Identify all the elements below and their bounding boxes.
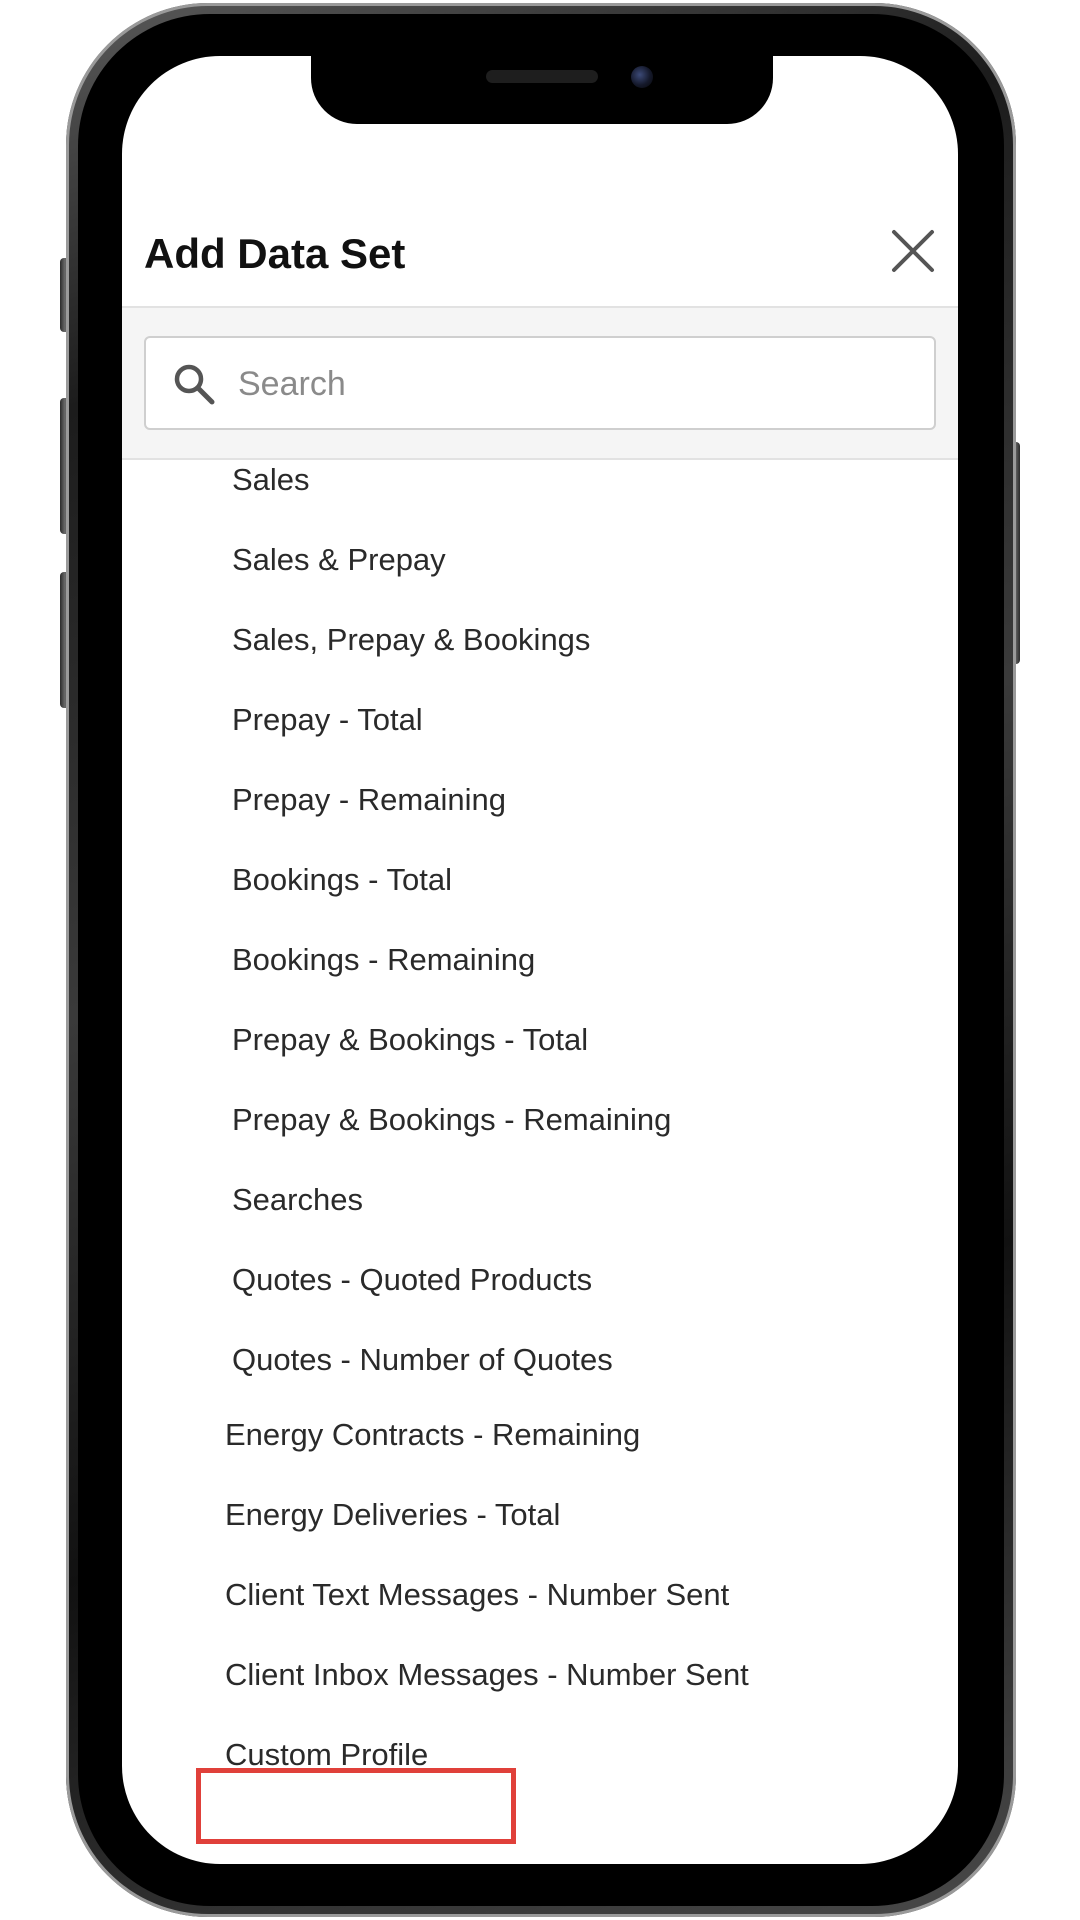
search-icon	[174, 364, 215, 405]
list-item-prepay-total[interactable]: Prepay - Total	[232, 690, 423, 750]
list-item-client-text-messages[interactable]: Client Text Messages - Number Sent	[225, 1565, 729, 1625]
list-item-energy-deliveries-total[interactable]: Energy Deliveries - Total	[225, 1485, 560, 1545]
front-camera	[631, 66, 653, 88]
list-item-quotes-number-of-quotes[interactable]: Quotes - Number of Quotes	[232, 1330, 613, 1390]
dialog-header: Add Data Set	[122, 206, 958, 306]
list-item-prepay-remaining[interactable]: Prepay - Remaining	[232, 770, 506, 830]
list-item-client-inbox-messages[interactable]: Client Inbox Messages - Number Sent	[225, 1645, 749, 1705]
list-item-sales-prepay[interactable]: Sales & Prepay	[232, 530, 446, 590]
list-item-searches[interactable]: Searches	[232, 1170, 363, 1230]
list-item-energy-contracts-remaining[interactable]: Energy Contracts - Remaining	[225, 1405, 640, 1465]
speaker-grille	[486, 70, 598, 83]
list-item-sales-prepay-bookings[interactable]: Sales, Prepay & Bookings	[232, 610, 590, 670]
list-item-sales[interactable]: Sales	[232, 450, 310, 510]
dialog-title: Add Data Set	[144, 230, 406, 277]
list-item-bookings-total[interactable]: Bookings - Total	[232, 850, 452, 910]
phone-notch	[311, 48, 773, 124]
close-button[interactable]	[886, 224, 940, 278]
list-item-custom-profile[interactable]: Custom Profile	[225, 1725, 428, 1785]
list-item-prepay-bookings-total[interactable]: Prepay & Bookings - Total	[232, 1010, 588, 1070]
search-area	[122, 306, 958, 460]
canvas: Add Data Set Sales Sales & Prepay	[0, 0, 1080, 1920]
screen: Add Data Set Sales Sales & Prepay	[122, 56, 958, 1864]
list-item-quotes-quoted-products[interactable]: Quotes - Quoted Products	[232, 1250, 592, 1310]
search-input[interactable]	[236, 352, 920, 416]
list-item-bookings-remaining[interactable]: Bookings - Remaining	[232, 930, 535, 990]
list-item-prepay-bookings-remaining[interactable]: Prepay & Bookings - Remaining	[232, 1090, 671, 1150]
search-box[interactable]	[144, 336, 936, 430]
close-icon	[892, 230, 934, 272]
data-set-list: Sales Sales & Prepay Sales, Prepay & Boo…	[122, 460, 958, 1864]
